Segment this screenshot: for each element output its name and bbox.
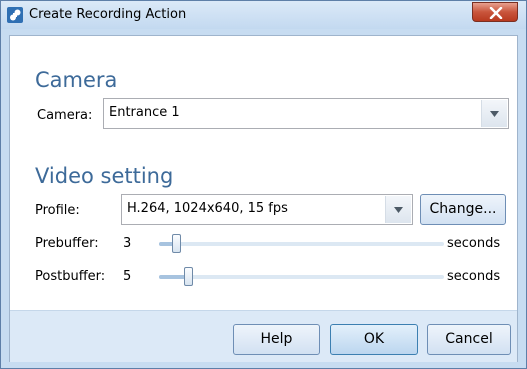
button-bar: Help OK Cancel <box>10 310 517 362</box>
prebuffer-slider-track[interactable] <box>159 242 444 246</box>
help-button-label: Help <box>260 331 293 347</box>
postbuffer-slider-track[interactable] <box>159 275 444 279</box>
camera-dropdown-button[interactable] <box>481 100 507 127</box>
cancel-button-label: Cancel <box>445 331 493 347</box>
dialog-window: Create Recording Action Camera Camera: E… <box>0 0 527 369</box>
title-bar[interactable]: Create Recording Action <box>1 1 526 29</box>
close-icon <box>489 7 503 19</box>
postbuffer-label: Postbuffer: <box>35 269 106 284</box>
postbuffer-value: 5 <box>123 269 132 284</box>
dialog-content: Camera Camera: Entrance 1 Video setting … <box>9 35 518 362</box>
ok-button[interactable]: OK <box>330 324 418 355</box>
help-button[interactable]: Help <box>233 324 320 355</box>
camera-label: Camera: <box>37 108 93 123</box>
profile-label: Profile: <box>35 203 80 218</box>
prebuffer-value: 3 <box>123 236 132 251</box>
profile-select-value: H.264, 1024x640, 15 fps <box>127 201 288 216</box>
postbuffer-slider-thumb[interactable] <box>183 267 193 286</box>
chevron-down-icon <box>394 207 403 213</box>
window-title: Create Recording Action <box>29 7 187 22</box>
profile-dropdown-button[interactable] <box>385 196 411 223</box>
prebuffer-label: Prebuffer: <box>35 236 99 251</box>
video-section-heading: Video setting <box>35 164 174 188</box>
camera-select-value: Entrance 1 <box>109 105 180 120</box>
close-button[interactable] <box>472 2 518 22</box>
chevron-down-icon <box>490 111 499 117</box>
app-icon <box>7 7 23 23</box>
prebuffer-unit: seconds <box>447 236 501 251</box>
change-profile-button-label: Change... <box>429 201 497 217</box>
camera-section-heading: Camera <box>35 68 118 92</box>
profile-select[interactable]: H.264, 1024x640, 15 fps <box>121 194 413 225</box>
ok-button-label: OK <box>363 331 385 347</box>
camera-select[interactable]: Entrance 1 <box>103 98 509 129</box>
postbuffer-unit: seconds <box>447 269 501 284</box>
change-profile-button[interactable]: Change... <box>420 194 506 225</box>
cancel-button[interactable]: Cancel <box>427 324 511 355</box>
prebuffer-slider-thumb[interactable] <box>172 234 182 253</box>
